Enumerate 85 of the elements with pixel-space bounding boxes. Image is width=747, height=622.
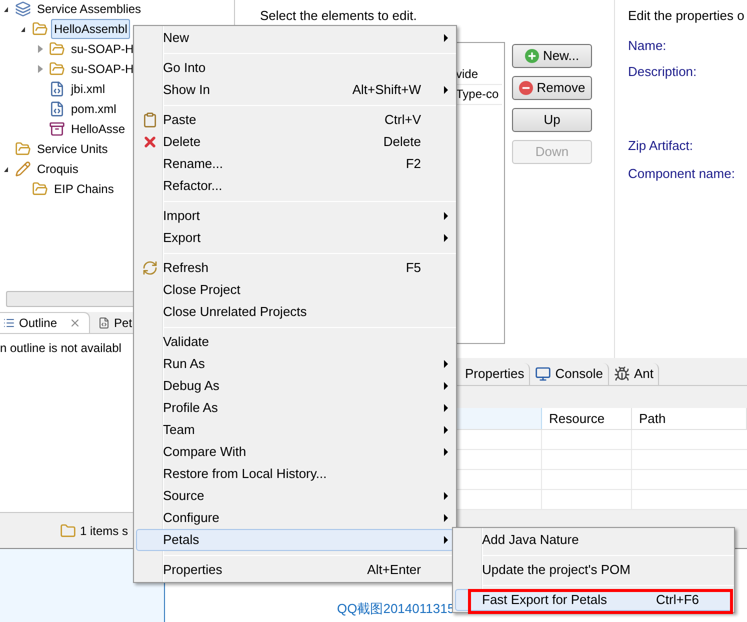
outline-message: n outline is not availabl	[0, 341, 122, 355]
shortcut-text: F5	[406, 259, 421, 278]
action-button[interactable]: Remove	[512, 76, 592, 100]
xml-file-icon	[49, 81, 65, 97]
assembly-icon	[15, 1, 31, 17]
tree-item[interactable]: HelloAsse	[68, 119, 128, 139]
tree-item[interactable]: su-SOAP-H	[68, 39, 137, 59]
panel-tab[interactable]: Console	[530, 363, 609, 385]
menu-item[interactable]: Properties Alt+Enter	[136, 559, 454, 581]
panel-tab[interactable]: Properties	[460, 363, 530, 385]
menu-item[interactable]: Delete Delete	[136, 131, 454, 153]
pencil-icon	[15, 161, 31, 177]
file-icon	[98, 316, 110, 328]
expanded-arrow-icon[interactable]	[4, 166, 8, 172]
tree-item[interactable]: jbi.xml	[68, 79, 108, 99]
menu-item[interactable]: Refactor...	[136, 175, 454, 197]
tree-item[interactable]: Service Assemblies	[34, 0, 144, 19]
menu-item[interactable]: Run As	[136, 353, 454, 375]
bug-icon	[614, 366, 630, 382]
file-name-link[interactable]: QQ截图2014011315	[337, 598, 455, 618]
remove-icon	[518, 80, 533, 94]
shortcut-text: Alt+Shift+W	[352, 81, 421, 100]
menu-item[interactable]: Refresh F5	[136, 257, 454, 279]
refresh-icon	[142, 260, 158, 276]
status-text: 1 items s	[80, 522, 128, 540]
menu-item[interactable]: Source	[136, 485, 454, 507]
menu-item[interactable]: Restore from Local History...	[136, 463, 454, 485]
menu-item[interactable]: Close Project	[136, 279, 454, 301]
collapsed-arrow-icon[interactable]	[38, 65, 42, 73]
menu-item[interactable]: Fast Export for Petals Ctrl+F6	[455, 589, 732, 611]
shortcut-text: Alt+Enter	[367, 561, 421, 580]
menu-item[interactable]: Validate	[136, 331, 454, 353]
tree-item[interactable]: pom.xml	[68, 99, 120, 119]
column-header[interactable]: Resource	[542, 408, 632, 429]
menu-item[interactable]: Show In Alt+Shift+W	[136, 79, 454, 101]
properties-hint: Edit the properties o	[628, 7, 746, 25]
action-button[interactable]: Up	[512, 108, 592, 132]
tree-item[interactable]: Service Units	[34, 139, 111, 159]
monitor-icon	[535, 366, 552, 382]
folder-icon	[60, 522, 76, 538]
folder-icon	[32, 21, 48, 37]
folder-icon	[49, 41, 65, 57]
folder-icon	[15, 141, 31, 157]
field-label: Name:	[628, 36, 668, 54]
instruction-text: Select the elements to edit.	[260, 7, 418, 25]
folder-icon	[32, 181, 48, 197]
menu-item[interactable]: Add Java Nature	[455, 529, 732, 551]
delete-icon	[142, 134, 158, 150]
archive-icon	[49, 121, 65, 137]
panel-tab[interactable]: Ant	[608, 363, 660, 385]
field-label: Component name:	[628, 164, 736, 183]
tree-item[interactable]: Croquis	[34, 159, 82, 179]
field-label: Description:	[628, 62, 698, 81]
shortcut-text: Ctrl+V	[384, 111, 421, 130]
menu-item[interactable]: Go Into	[136, 57, 454, 79]
folder-icon	[49, 61, 65, 77]
tree-item[interactable]: EIP Chains	[51, 179, 117, 199]
menu-item[interactable]: Debug As	[136, 375, 454, 397]
shortcut-text: F2	[406, 155, 421, 174]
menu-item[interactable]: Configure	[136, 507, 454, 529]
menu-item[interactable]: Profile As	[136, 397, 454, 419]
xml-file-icon	[49, 101, 65, 117]
menu-item[interactable]: Import	[136, 205, 454, 227]
add-icon	[524, 48, 539, 62]
menu-item[interactable]: Update the project's POM	[455, 559, 732, 581]
expanded-arrow-icon[interactable]	[21, 26, 25, 32]
menu-item[interactable]: New	[136, 27, 454, 49]
action-button[interactable]: New...	[512, 44, 592, 68]
close-icon[interactable]	[69, 317, 82, 329]
menu-item[interactable]: Team	[136, 419, 454, 441]
menu-item[interactable]: Rename... F2	[136, 153, 454, 175]
tree-item[interactable]: su-SOAP-H	[68, 59, 137, 79]
shortcut-text: Delete	[383, 133, 421, 152]
shortcut-text: Ctrl+F6	[656, 591, 699, 610]
tree-item[interactable]: HelloAssembl	[51, 19, 130, 39]
menu-item[interactable]: Export	[136, 227, 454, 249]
expanded-arrow-icon[interactable]	[4, 6, 8, 12]
field-label: Zip Artifact:	[628, 136, 694, 155]
column-header[interactable]: Path	[632, 408, 747, 429]
menu-item[interactable]: Compare With	[136, 441, 454, 463]
paste-icon	[142, 112, 158, 128]
collapsed-arrow-icon[interactable]	[38, 45, 42, 53]
menu-item[interactable]: Paste Ctrl+V	[136, 109, 454, 131]
menu-item[interactable]: Petals	[136, 529, 454, 551]
panel-tab[interactable]: Outline	[0, 312, 90, 333]
